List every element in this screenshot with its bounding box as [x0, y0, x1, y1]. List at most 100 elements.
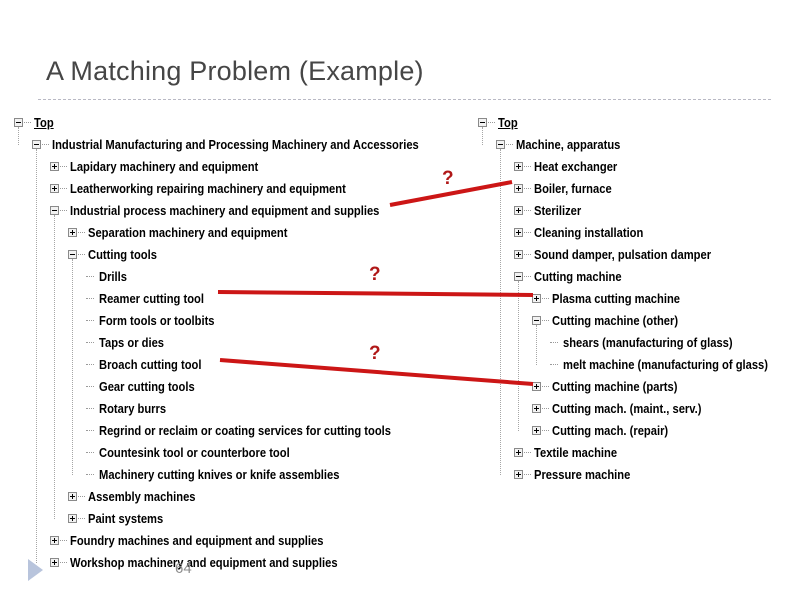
play-triangle-icon[interactable]: [28, 559, 43, 581]
tree-row-form-tools-or-toolbits[interactable]: Form tools or toolbits: [14, 310, 444, 332]
tree-row-label: Countesink tool or counterbore tool: [99, 445, 290, 460]
tree-connector-icon: [42, 144, 49, 145]
tree-row-top[interactable]: Top: [14, 112, 444, 134]
collapse-minus-icon[interactable]: [514, 272, 523, 281]
tree-leaf-connector-icon: [86, 276, 94, 277]
target-taxonomy-tree[interactable]: Top Machine, apparatus Heat exchanger Boile…: [478, 112, 796, 486]
collapse-minus-icon[interactable]: [478, 118, 487, 127]
tree-row-cutting-mach-maint-serv[interactable]: Cutting mach. (maint., serv.): [478, 398, 796, 420]
tree-row-label: Cutting machine (parts): [552, 379, 678, 394]
tree-leaf-connector-icon: [550, 364, 558, 365]
tree-row-pressure-machine[interactable]: Pressure machine: [478, 464, 796, 486]
tree-row-countesink-tool-or-counterbore-tool[interactable]: Countesink tool or counterbore tool: [14, 442, 444, 464]
tree-row-sterilizer[interactable]: Sterilizer: [478, 200, 796, 222]
expand-plus-icon[interactable]: [68, 228, 77, 237]
page-number: 64: [175, 560, 192, 577]
tree-row-label: Taps or dies: [99, 335, 165, 350]
tree-connector-icon: [524, 474, 531, 475]
tree-row-plasma-cutting-machine[interactable]: Plasma cutting machine: [478, 288, 796, 310]
tree-row-separation-machinery-and-equipment[interactable]: Separation machinery and equipment: [14, 222, 444, 244]
expand-plus-icon[interactable]: [532, 382, 541, 391]
tree-row-assembly-machines[interactable]: Assembly machines: [14, 486, 444, 508]
tree-row-rotary-burrs[interactable]: Rotary burrs: [14, 398, 444, 420]
expand-plus-icon[interactable]: [532, 426, 541, 435]
tree-connector-icon: [488, 122, 495, 123]
tree-row-regrind-or-reclaim-or-coating-services-for-cutti[interactable]: Regrind or reclaim or coating services f…: [14, 420, 444, 442]
tree-row-cutting-tools[interactable]: Cutting tools: [14, 244, 444, 266]
expand-plus-icon[interactable]: [50, 536, 59, 545]
collapse-minus-icon[interactable]: [14, 118, 23, 127]
tree-leaf-connector-icon: [86, 298, 94, 299]
tree-row-label: Gear cutting tools: [99, 379, 195, 394]
expand-plus-icon[interactable]: [532, 404, 541, 413]
match-line-2-question-mark: ?: [369, 264, 381, 285]
tree-row-label: Cutting machine: [534, 269, 622, 284]
tree-row-label: Workshop machinery and equipment and sup…: [70, 555, 338, 570]
tree-connector-icon: [542, 430, 549, 431]
tree-row-heat-exchanger[interactable]: Heat exchanger: [478, 156, 796, 178]
tree-connector-icon: [542, 298, 549, 299]
tree-row-workshop-machinery-and-equipment-and-supplies[interactable]: Workshop machinery and equipment and sup…: [14, 552, 444, 574]
tree-row-label: melt machine (manufacturing of glass): [563, 357, 769, 372]
tree-row-top[interactable]: Top: [478, 112, 796, 134]
tree-row-machinery-cutting-knives-or-knife-assemblies[interactable]: Machinery cutting knives or knife assemb…: [14, 464, 444, 486]
tree-row-reamer-cutting-tool[interactable]: Reamer cutting tool: [14, 288, 444, 310]
tree-row-cutting-machine-parts[interactable]: Cutting machine (parts): [478, 376, 796, 398]
tree-row-industrial-manufacturing-and-processing-machiner[interactable]: Industrial Manufacturing and Processing …: [14, 134, 444, 156]
tree-leaf-connector-icon: [550, 342, 558, 343]
tree-row-label: Machinery cutting knives or knife assemb…: [99, 467, 340, 482]
tree-connector-icon: [542, 408, 549, 409]
tree-row-paint-systems[interactable]: Paint systems: [14, 508, 444, 530]
collapse-minus-icon[interactable]: [496, 140, 505, 149]
collapse-minus-icon[interactable]: [68, 250, 77, 259]
tree-connector-icon: [60, 210, 67, 211]
tree-row-cleaning-installation[interactable]: Cleaning installation: [478, 222, 796, 244]
tree-row-label: Cutting machine (other): [552, 313, 679, 328]
expand-plus-icon[interactable]: [514, 470, 523, 479]
tree-row-label: Plasma cutting machine: [552, 291, 680, 306]
tree-row-lapidary-machinery-and-equipment[interactable]: Lapidary machinery and equipment: [14, 156, 444, 178]
tree-row-textile-machine[interactable]: Textile machine: [478, 442, 796, 464]
tree-row-label: Drills: [99, 269, 127, 284]
expand-plus-icon[interactable]: [532, 294, 541, 303]
expand-plus-icon[interactable]: [514, 228, 523, 237]
tree-row-foundry-machines-and-equipment-and-supplies[interactable]: Foundry machines and equipment and suppl…: [14, 530, 444, 552]
expand-plus-icon[interactable]: [514, 250, 523, 259]
tree-leaf-connector-icon: [86, 342, 94, 343]
collapse-minus-icon[interactable]: [50, 206, 59, 215]
tree-row-shears-manufacturing-of-glass[interactable]: shears (manufacturing of glass): [478, 332, 796, 354]
collapse-minus-icon[interactable]: [532, 316, 541, 325]
tree-row-label: Cutting mach. (maint., serv.): [552, 401, 702, 416]
expand-plus-icon[interactable]: [68, 492, 77, 501]
tree-connector-icon: [524, 188, 531, 189]
tree-row-cutting-machine-other[interactable]: Cutting machine (other): [478, 310, 796, 332]
tree-row-label: Pressure machine: [534, 467, 631, 482]
expand-plus-icon[interactable]: [50, 162, 59, 171]
tree-row-cutting-machine[interactable]: Cutting machine: [478, 266, 796, 288]
tree-row-sound-damper-pulsation-damper[interactable]: Sound damper, pulsation damper: [478, 244, 796, 266]
expand-plus-icon[interactable]: [68, 514, 77, 523]
expand-plus-icon[interactable]: [514, 448, 523, 457]
tree-row-label: Reamer cutting tool: [99, 291, 204, 306]
expand-plus-icon[interactable]: [514, 206, 523, 215]
tree-row-label: Leatherworking repairing machinery and e…: [70, 181, 346, 196]
tree-row-label: Lapidary machinery and equipment: [70, 159, 259, 174]
tree-row-cutting-mach-repair[interactable]: Cutting mach. (repair): [478, 420, 796, 442]
tree-row-melt-machine-manufacturing-of-glass[interactable]: melt machine (manufacturing of glass): [478, 354, 796, 376]
expand-plus-icon[interactable]: [514, 162, 523, 171]
expand-plus-icon[interactable]: [50, 184, 59, 193]
tree-row-machine-apparatus[interactable]: Machine, apparatus: [478, 134, 796, 156]
tree-row-label: Paint systems: [88, 511, 164, 526]
tree-row-leatherworking-repairing-machinery-and-equipment[interactable]: Leatherworking repairing machinery and e…: [14, 178, 444, 200]
tree-row-industrial-process-machinery-and-equipment-and-s[interactable]: Industrial process machinery and equipme…: [14, 200, 444, 222]
tree-row-boiler-furnace[interactable]: Boiler, furnace: [478, 178, 796, 200]
collapse-minus-icon[interactable]: [32, 140, 41, 149]
tree-row-label: Boiler, furnace: [534, 181, 612, 196]
tree-leaf-connector-icon: [86, 408, 94, 409]
tree-row-gear-cutting-tools[interactable]: Gear cutting tools: [14, 376, 444, 398]
expand-plus-icon[interactable]: [514, 184, 523, 193]
tree-connector-icon: [524, 166, 531, 167]
expand-plus-icon[interactable]: [50, 558, 59, 567]
tree-row-label: Sterilizer: [534, 203, 582, 218]
tree-leaf-connector-icon: [86, 320, 94, 321]
